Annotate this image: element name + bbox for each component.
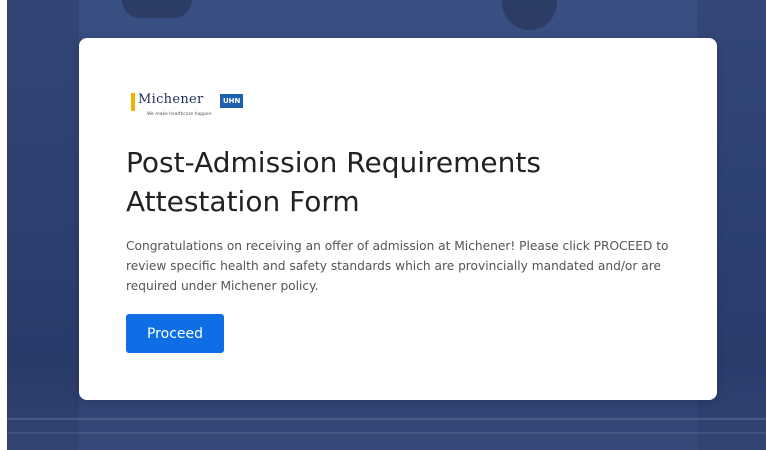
page-description: Congratulations on receiving an offer of…	[126, 239, 669, 293]
page-background: Michener UHN We make healthcare happen P…	[7, 0, 766, 450]
background-plant	[122, 0, 192, 18]
background-line	[7, 432, 766, 434]
logo-tagline: We make healthcare happen	[147, 112, 212, 117]
logo-accent-bar	[131, 93, 135, 111]
michener-logo: Michener UHN We make healthcare happen	[131, 91, 246, 121]
background-line	[7, 418, 766, 420]
proceed-button[interactable]: Proceed	[126, 314, 224, 353]
page-title: Post-Admission Requirements Attestation …	[126, 146, 541, 218]
background-plant	[502, 0, 557, 30]
logo-wordmark: Michener	[138, 92, 204, 107]
logo-uhn-badge: UHN	[220, 94, 244, 108]
attestation-card: Michener UHN We make healthcare happen P…	[79, 38, 717, 400]
